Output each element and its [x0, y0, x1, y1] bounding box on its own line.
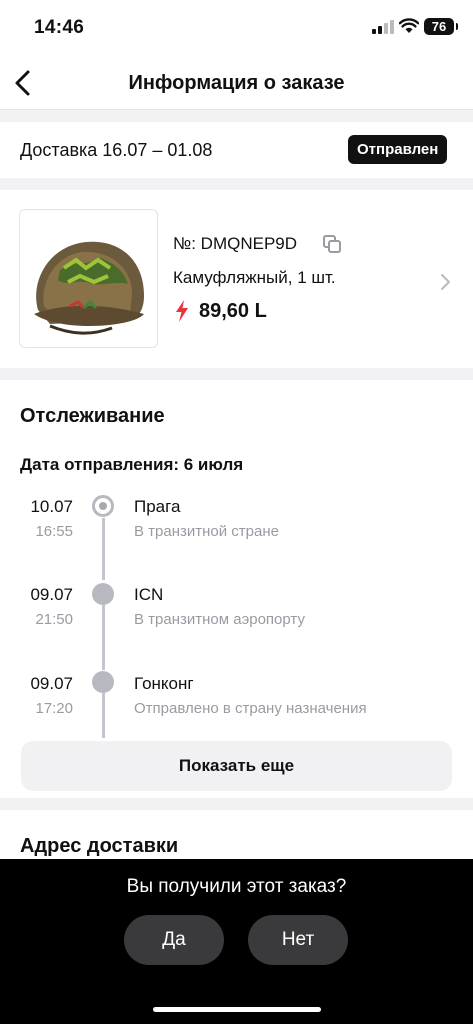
status-bar: 14:46 76 — [0, 0, 473, 56]
confirmation-question: Вы получили этот заказ? — [126, 876, 347, 897]
page-title: Информация о заказе — [128, 72, 345, 94]
no-button[interactable]: Нет — [248, 915, 348, 965]
product-card[interactable]: №: DMQNEP9D Камуфляжный, 1 шт. 89,60 L — [0, 190, 473, 368]
delivery-section: Доставка 16.07 – 01.08 Отправлен — [0, 122, 473, 178]
status-time: 14:46 — [34, 17, 85, 38]
product-variant: Камуфляжный, 1 шт. — [173, 268, 336, 287]
delivery-dates: Доставка 16.07 – 01.08 — [20, 140, 213, 160]
tracking-section: Отслеживание Дата отправления: 6 июля 10… — [0, 380, 473, 798]
timeline-dot-current-icon — [92, 495, 114, 517]
event-time: 16:55 — [35, 523, 73, 540]
confirmation-sheet: Вы получили этот заказ? Да Нет — [0, 859, 473, 1024]
event-time: 17:20 — [35, 700, 73, 717]
address-heading: Адрес доставки — [20, 835, 179, 857]
chevron-right-icon[interactable] — [438, 272, 452, 292]
event-time: 21:50 — [35, 611, 73, 628]
event-place: ICN — [134, 585, 164, 604]
tracking-heading: Отслеживание — [20, 405, 165, 427]
show-more-button[interactable]: Показать еще — [21, 741, 452, 791]
battery-icon: 76 — [424, 18, 458, 35]
event-place: Прага — [134, 497, 181, 516]
status-badge: Отправлен — [348, 135, 448, 164]
yes-button[interactable]: Да — [124, 915, 224, 965]
timeline-line — [102, 605, 105, 670]
timeline-dot-icon — [92, 671, 114, 693]
order-number: №: DMQNEP9D — [173, 234, 298, 253]
event-description: В транзитной стране — [134, 523, 279, 540]
timeline-dot-icon — [92, 583, 114, 605]
event-description: В транзитном аэропорту — [134, 611, 305, 628]
event-date: 09.07 — [30, 674, 73, 693]
navigation-bar: Информация о заказе — [0, 56, 473, 110]
product-price: 89,60 L — [199, 300, 267, 322]
home-indicator[interactable] — [153, 1007, 321, 1012]
timeline-line — [102, 518, 105, 580]
cellular-signal-icon — [372, 20, 394, 34]
event-date: 09.07 — [30, 585, 73, 604]
event-date: 10.07 — [30, 497, 73, 516]
ship-date: Дата отправления: 6 июля — [20, 455, 244, 474]
event-description: Отправлено в страну назначения — [134, 700, 367, 717]
event-place: Гонконг — [134, 674, 194, 693]
timeline-line — [102, 693, 105, 738]
wifi-icon — [399, 18, 419, 33]
copy-icon[interactable] — [322, 234, 342, 254]
product-image — [19, 209, 158, 348]
lightning-icon — [176, 300, 188, 322]
